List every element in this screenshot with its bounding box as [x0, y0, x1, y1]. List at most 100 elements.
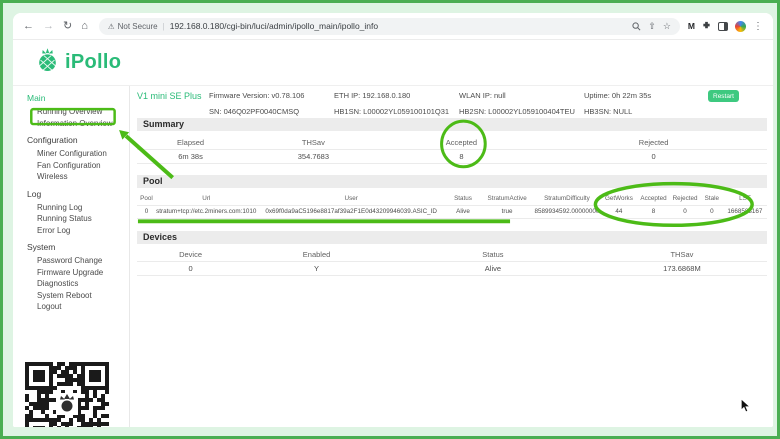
- address-separator: |: [163, 22, 165, 31]
- sidebar-item-error-log[interactable]: Error Log: [27, 225, 129, 237]
- share-icon[interactable]: ⇧: [648, 21, 656, 32]
- summary-col-thsav: THSav: [244, 137, 383, 149]
- devices-col-thsav: THSav: [597, 249, 767, 261]
- pool-col-stale: Stale: [701, 193, 723, 205]
- pool-col-stratumactive: StratumActive: [480, 193, 534, 205]
- sidebar-item-system-reboot[interactable]: System Reboot: [27, 290, 129, 302]
- pool-col-getworks: GetWorks: [600, 193, 638, 205]
- main-content: V1 mini SE Plus Firmware Version: v0.78.…: [130, 86, 773, 427]
- pool-header-row: Pool Url User Status StratumActive Strat…: [137, 193, 767, 206]
- pool-col-stratumdifficulty: StratumDifficulty: [534, 193, 600, 205]
- zoom-icon[interactable]: [632, 22, 641, 31]
- pool-url-value: stratum+tcp://etc.2miners.com:1010: [156, 206, 257, 218]
- back-icon[interactable]: ←: [23, 13, 34, 40]
- restart-button[interactable]: Restart: [708, 90, 739, 102]
- devices-col-enabled: Enabled: [244, 249, 389, 261]
- address-bar[interactable]: ⚠ Not Secure | 192.168.0.180/cgi-bin/luc…: [99, 18, 680, 35]
- device-info-row-1: V1 mini SE Plus Firmware Version: v0.78.…: [137, 90, 767, 102]
- ipollo-pineapple-icon: [37, 47, 58, 79]
- sidebar-item-logout[interactable]: Logout: [27, 301, 129, 313]
- devices-section-title: Devices: [137, 231, 767, 244]
- summary-col-elapsed: Elapsed: [137, 137, 244, 149]
- sidebar-item-fan-configuration[interactable]: Fan Configuration: [27, 160, 129, 172]
- devices-thsav-value: 173.6868M: [597, 263, 767, 275]
- devices-value-row: 0 Y Alive 173.6868M: [137, 263, 767, 276]
- ipollo-page: iPollo Main Running Overview Information…: [13, 40, 773, 427]
- wlan-ip: WLAN IP: null: [459, 90, 506, 102]
- qr-code: [25, 362, 109, 427]
- pool-user-value: 0x69f0da9aC5196e8817af39a2F1E0d432099460…: [257, 206, 446, 218]
- extension-m-icon[interactable]: M: [688, 21, 695, 31]
- pool-col-accepted: Accepted: [638, 193, 670, 205]
- url-text: 192.168.0.180/cgi-bin/luci/admin/ipollo_…: [170, 21, 626, 31]
- pool-col-pool: Pool: [137, 193, 156, 205]
- sidebar-item-running-overview[interactable]: Running Overview: [27, 106, 129, 118]
- browser-menu-icon[interactable]: ⋮: [753, 21, 763, 32]
- devices-header-row: Device Enabled Status THSav: [137, 249, 767, 262]
- hb2sn: HB2SN: L00002YL059100404TEU: [459, 106, 575, 118]
- pool-col-lst: LST: [723, 193, 767, 205]
- hb1sn: HB1SN: L00002YL059100101Q31: [334, 106, 449, 118]
- sidebar-item-information-overview[interactable]: Information Overview: [27, 118, 129, 130]
- summary-header-row: Elapsed THSav Accepted Rejected: [137, 137, 767, 150]
- device-info-row-2: SN: 046Q02PF0040CMSQ HB1SN: L00002YL0591…: [137, 106, 767, 118]
- sidebar-section-main: Main: [27, 93, 129, 103]
- sidebar-item-running-status[interactable]: Running Status: [27, 213, 129, 225]
- uptime: Uptime: 0h 22m 35s: [584, 90, 651, 102]
- logo-strip: iPollo: [13, 40, 773, 86]
- summary-thsav-value: 354.7683: [244, 151, 383, 163]
- devices-id-value: 0: [137, 263, 244, 275]
- pool-col-rejected: Rejected: [669, 193, 701, 205]
- sidebar-item-diagnostics[interactable]: Diagnostics: [27, 278, 129, 290]
- sidebar-item-running-log[interactable]: Running Log: [27, 202, 129, 214]
- pool-status-value: Alive: [446, 206, 481, 218]
- summary-col-accepted: Accepted: [383, 137, 541, 149]
- screenshot-frame: ← → ↻ ⌂ ⚠ Not Secure | 192.168.0.180/cgi…: [0, 0, 780, 439]
- home-icon[interactable]: ⌂: [81, 13, 88, 40]
- summary-section-title: Summary: [137, 118, 767, 131]
- devices-enabled-value: Y: [244, 263, 389, 275]
- pool-getworks-value: 44: [600, 206, 638, 218]
- pool-id-value: 0: [137, 206, 156, 218]
- pool-col-url: Url: [156, 193, 257, 205]
- eth-ip: ETH IP: 192.168.0.180: [334, 90, 410, 102]
- firmware-version: Firmware Version: v0.78.106: [209, 90, 304, 102]
- browser-window: ← → ↻ ⌂ ⚠ Not Secure | 192.168.0.180/cgi…: [13, 13, 773, 427]
- not-secure-warning-icon: ⚠: [108, 22, 115, 31]
- summary-value-row: 6m 38s 354.7683 8 0: [137, 151, 767, 164]
- pool-stratumdifficulty-value: 8589934592.00000000: [534, 206, 600, 218]
- summary-elapsed-value: 6m 38s: [137, 151, 244, 163]
- sidebar-section-configuration: Configuration: [27, 135, 129, 145]
- sidebar-item-firmware-upgrade[interactable]: Firmware Upgrade: [27, 267, 129, 279]
- summary-rejected-value: 0: [540, 151, 767, 163]
- devices-col-device: Device: [137, 249, 244, 261]
- bookmark-star-icon[interactable]: ☆: [663, 21, 671, 32]
- profile-avatar[interactable]: [735, 21, 746, 32]
- forward-icon[interactable]: →: [43, 13, 54, 40]
- devices-col-status: Status: [389, 249, 597, 261]
- sidebar-item-wireless[interactable]: Wireless: [27, 171, 129, 183]
- security-label: Not Secure: [118, 22, 158, 31]
- extensions-puzzle-icon[interactable]: [702, 17, 711, 35]
- pool-col-status: Status: [446, 193, 481, 205]
- brand-name: iPollo: [65, 51, 121, 74]
- side-panel-icon[interactable]: [718, 22, 728, 31]
- pool-col-user: User: [257, 193, 446, 205]
- extensions-area: M ⋮: [688, 17, 763, 35]
- browser-toolbar: ← → ↻ ⌂ ⚠ Not Secure | 192.168.0.180/cgi…: [13, 13, 773, 40]
- pool-stale-value: 0: [701, 206, 723, 218]
- serial-number: SN: 046Q02PF0040CMSQ: [209, 106, 299, 118]
- pool-lst-value: 1668583167: [723, 206, 767, 218]
- sidebar-section-log: Log: [27, 189, 129, 199]
- pool-stratumactive-value: true: [480, 206, 534, 218]
- sidebar-item-password-change[interactable]: Password Change: [27, 255, 129, 267]
- sidebar-section-system: System: [27, 242, 129, 252]
- pool-rejected-value: 0: [669, 206, 701, 218]
- pool-accepted-value: 8: [638, 206, 670, 218]
- devices-status-value: Alive: [389, 263, 597, 275]
- pool-section-title: Pool: [137, 175, 767, 188]
- sidebar-item-miner-configuration[interactable]: Miner Configuration: [27, 148, 129, 160]
- hb3sn: HB3SN: NULL: [584, 106, 632, 118]
- reload-icon[interactable]: ↻: [63, 13, 72, 40]
- device-model: V1 mini SE Plus: [137, 90, 202, 102]
